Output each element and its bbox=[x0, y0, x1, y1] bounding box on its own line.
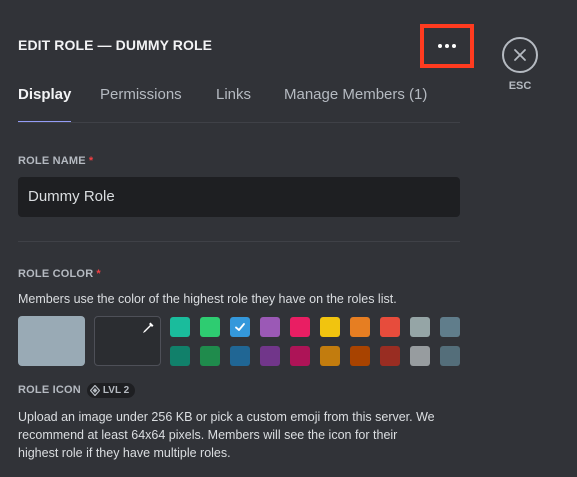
color-swatch[interactable] bbox=[260, 346, 280, 366]
section-divider bbox=[18, 241, 460, 242]
eyedropper-icon bbox=[143, 322, 154, 333]
tab-links-label: Links bbox=[216, 86, 252, 103]
more-options-button[interactable] bbox=[424, 28, 470, 64]
tabs-divider bbox=[18, 122, 460, 123]
color-swatch[interactable] bbox=[320, 346, 340, 366]
required-mark: * bbox=[96, 268, 101, 280]
role-color-label: ROLE COLOR * bbox=[18, 268, 101, 280]
tab-bar: Display Permissions Links Manage Members… bbox=[18, 86, 460, 123]
color-swatch[interactable] bbox=[260, 317, 280, 337]
color-swatch[interactable] bbox=[170, 346, 190, 366]
color-swatch[interactable] bbox=[170, 317, 190, 337]
color-swatch[interactable] bbox=[440, 346, 460, 366]
tab-permissions-label: Permissions bbox=[100, 86, 182, 103]
esc-label: ESC bbox=[508, 80, 532, 92]
role-color-description: Members use the color of the highest rol… bbox=[18, 292, 397, 306]
color-swatch[interactable] bbox=[350, 346, 370, 366]
color-swatch[interactable] bbox=[290, 346, 310, 366]
level-badge: LVL 2 bbox=[86, 382, 136, 398]
edit-role-page: EDIT ROLE — DUMMY ROLE ESC Display Permi… bbox=[0, 0, 577, 477]
color-swatch-selected[interactable] bbox=[230, 317, 250, 337]
close-x-icon bbox=[514, 49, 526, 61]
required-mark: * bbox=[88, 155, 94, 167]
role-icon-description-line-2: recommend at least 64x64 pixels. Members… bbox=[18, 428, 398, 442]
color-swatch[interactable] bbox=[440, 317, 460, 337]
role-icon-description-line-1: Upload an image under 256 KB or pick a c… bbox=[18, 410, 435, 424]
close-button[interactable] bbox=[502, 37, 538, 73]
tab-permissions[interactable]: Permissions bbox=[100, 86, 182, 123]
role-icon-label: ROLE ICON bbox=[18, 384, 81, 396]
color-swatch[interactable] bbox=[290, 317, 310, 337]
default-color-swatch[interactable] bbox=[18, 316, 85, 366]
tab-display[interactable]: Display bbox=[18, 86, 72, 123]
color-swatch[interactable] bbox=[380, 346, 400, 366]
color-swatch[interactable] bbox=[410, 346, 430, 366]
tab-manage-members[interactable]: Manage Members (1) bbox=[284, 86, 427, 123]
level-badge-text: LVL 2 bbox=[102, 384, 130, 396]
color-swatch[interactable] bbox=[200, 346, 220, 366]
checkmark-icon bbox=[235, 323, 245, 331]
boost-gem-icon bbox=[89, 384, 100, 396]
more-options-highlight bbox=[420, 24, 474, 68]
tab-links[interactable]: Links bbox=[216, 86, 251, 123]
color-swatch[interactable] bbox=[350, 317, 370, 337]
page-title: EDIT ROLE — DUMMY ROLE bbox=[18, 37, 213, 53]
tab-display-label: Display bbox=[18, 86, 72, 103]
color-swatch[interactable] bbox=[380, 317, 400, 337]
color-swatch[interactable] bbox=[230, 346, 250, 366]
role-icon-description-line-3: highest role if they have multiple roles… bbox=[18, 446, 231, 460]
more-horizontal-icon bbox=[438, 44, 442, 48]
color-swatch[interactable] bbox=[410, 317, 430, 337]
role-icon-header: ROLE ICON LVL 2 bbox=[18, 382, 136, 398]
color-swatch[interactable] bbox=[320, 317, 340, 337]
role-name-input[interactable]: Dummy Role bbox=[18, 177, 460, 217]
color-swatch[interactable] bbox=[200, 317, 220, 337]
tab-manage-members-label: Manage Members (1) bbox=[284, 86, 428, 103]
role-name-label: ROLE NAME * bbox=[18, 155, 94, 167]
custom-color-swatch[interactable] bbox=[94, 316, 161, 366]
